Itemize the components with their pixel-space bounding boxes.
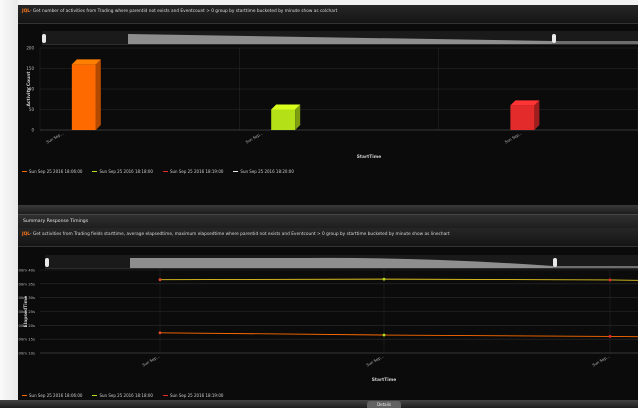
summary-header[interactable]: Summary Response Timings xyxy=(18,214,638,229)
data-point xyxy=(608,278,612,282)
x-tick-label: Sun Sep... xyxy=(591,354,610,368)
legend-label: Sun Sep 25 2016 18:06:00 xyxy=(29,168,83,174)
y-tick-label: 200 xyxy=(26,46,34,51)
legend-label: Sun Sep 25 2016 18:19:00 xyxy=(169,392,224,398)
legend-swatch xyxy=(162,170,168,172)
response-timings-panel: JQL- Get activities from Trading fields … xyxy=(18,228,638,400)
x-axis-title: StartTime xyxy=(372,377,397,383)
series-line xyxy=(159,332,638,338)
x-tick-label: Sun Sep... xyxy=(45,131,64,145)
legend-label: Sun Sep 25 2016 18:06:00 xyxy=(29,392,83,398)
activity-count-panel: JQL- Get number of activities from Tradi… xyxy=(18,5,638,205)
legend-item[interactable]: Sun Sep 25 2016 18:18:00 xyxy=(92,392,153,398)
x-axis-title: StartTime xyxy=(357,154,382,160)
y-tick-label: 0 xyxy=(31,128,34,133)
bar xyxy=(71,64,96,130)
legend-item[interactable]: Sun Sep 25 2016 18:20:00 xyxy=(233,168,294,174)
bar-top xyxy=(71,59,101,65)
bar xyxy=(510,105,535,130)
bar-side xyxy=(534,100,540,130)
panel-divider[interactable] xyxy=(18,205,638,214)
activity-bar-chart: 200150100500Activity CountSun Sep... Sun … xyxy=(26,46,638,160)
left-margin xyxy=(0,0,18,408)
legend-label: Sun Sep 25 2016 18:19:00 xyxy=(169,168,224,174)
legend-label: Sun Sep 25 2016 18:18:00 xyxy=(99,392,153,398)
elapsed-time-line-chart: 00m 40s00m 35s00m 30s00m 25s00m 20s00m 1… xyxy=(18,268,638,383)
legend-item[interactable]: Sun Sep 25 2016 18:06:00 xyxy=(22,169,82,174)
data-point xyxy=(158,331,162,335)
legend-swatch xyxy=(92,394,98,396)
bar-top xyxy=(271,104,301,110)
legend-item[interactable]: Sun Sep 25 2016 18:06:00 xyxy=(22,393,82,398)
legend-label: Sun Sep 25 2016 18:20:00 xyxy=(240,168,294,174)
details-tab[interactable]: Details xyxy=(367,401,401,408)
y-tick-label: 00m 35s xyxy=(18,281,35,286)
dashboard-window: JQL- Get number of activities from Tradi… xyxy=(0,0,638,408)
data-point xyxy=(382,333,386,337)
summary-title: Summary Response Timings xyxy=(23,219,89,224)
legend-item[interactable]: Sun Sep 25 2016 18:19:00 xyxy=(162,392,224,398)
footer-bar: Details xyxy=(0,400,638,408)
x-tick-label: Sun Sep... xyxy=(245,131,264,145)
y-tick-label: 50 xyxy=(29,107,35,112)
bar-side xyxy=(95,59,101,130)
x-tick-label: Sun Sep... xyxy=(504,131,523,145)
legend-swatch xyxy=(162,394,168,396)
y-tick-label: 00m 40s xyxy=(18,268,35,273)
bottom-legend: Sun Sep 25 2016 18:06:00 Sun Sep 25 2016 … xyxy=(22,391,223,399)
y-tick-label: 00m 10s xyxy=(18,351,35,356)
data-point xyxy=(158,278,162,282)
legend-swatch xyxy=(22,394,27,396)
top-legend: Sun Sep 25 2016 18:06:00 Sun Sep 25 2016 … xyxy=(22,167,294,175)
bar xyxy=(271,109,296,130)
legend-label: Sun Sep 25 2016 18:18:00 xyxy=(99,168,153,174)
bar-top xyxy=(510,100,540,106)
y-axis-title: Activity Count xyxy=(26,71,32,106)
legend-item[interactable]: Sun Sep 25 2016 18:19:00 xyxy=(162,168,224,174)
series-line xyxy=(159,278,638,281)
legend-item[interactable]: Sun Sep 25 2016 18:18:00 xyxy=(92,168,153,174)
y-axis-title: ElapsedTime xyxy=(23,296,29,327)
data-point xyxy=(608,335,612,338)
y-tick-label: 150 xyxy=(26,66,34,71)
legend-swatch xyxy=(22,170,27,172)
x-tick-label: Sun Sep... xyxy=(141,354,160,368)
x-tick-label: Sun Sep... xyxy=(365,354,384,368)
y-tick-label: 00m 15s xyxy=(18,337,35,342)
legend-swatch xyxy=(92,170,98,172)
legend-swatch xyxy=(233,170,239,172)
data-point xyxy=(382,277,386,281)
